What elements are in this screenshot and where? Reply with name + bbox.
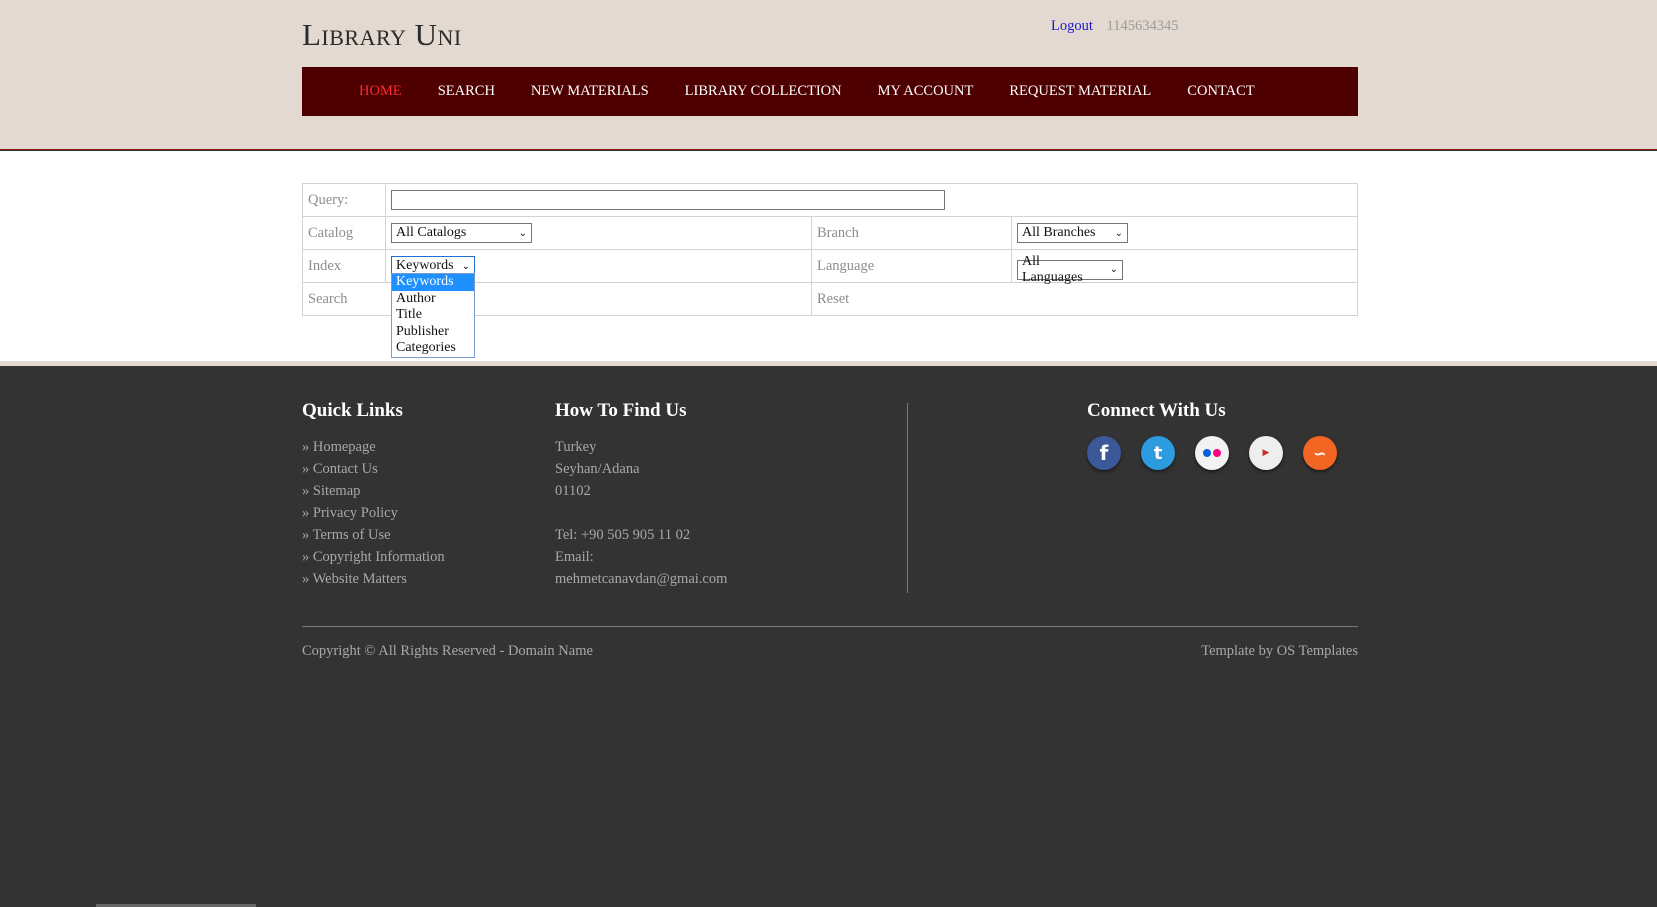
query-input[interactable] [391,190,945,210]
catalog-label: Catalog [302,216,386,250]
email-label: Email: [555,549,594,565]
chevron-down-icon: ⌄ [1114,227,1123,239]
nav-search[interactable]: SEARCH [438,83,495,100]
main-nav: HOME SEARCH NEW MATERIALS LIBRARY COLLEC… [302,67,1358,116]
nav-request-material[interactable]: REQUEST MATERIAL [1009,83,1151,100]
quick-links-column: Quick Links » Homepage » Contact Us » Si… [302,400,445,590]
flickr-icon[interactable] [1195,436,1229,470]
telephone: Tel: +90 505 905 11 02 [555,527,691,543]
search-section: Query: Catalog All Catalogs ⌄ Branch All… [0,151,1657,366]
catalog-select[interactable]: All Catalogs ⌄ [391,223,532,243]
quick-links-title: Quick Links [302,400,403,421]
site-header: Library Uni Logout 1145634345 HOME SEARC… [0,0,1657,150]
connect-column: Connect With Us f t ▶ ∽ [1087,400,1337,470]
language-selected: All Languages [1022,253,1083,285]
logout-link[interactable]: Logout [1051,18,1093,34]
chevron-down-icon: ⌄ [518,227,527,239]
nav-new-materials[interactable]: NEW MATERIALS [531,83,649,100]
branch-select[interactable]: All Branches ⌄ [1017,223,1128,243]
footer-rule [302,626,1358,627]
index-option-title[interactable]: Title [392,307,474,324]
rss-icon[interactable]: ∽ [1303,436,1337,470]
index-option-keywords[interactable]: Keywords [392,274,474,291]
address-country: Turkey [555,439,597,455]
user-id: 1145634345 [1106,18,1179,34]
site-footer: Quick Links » Homepage » Contact Us » Si… [0,371,1657,907]
chevron-down-icon: ⌄ [1109,264,1118,275]
email-address: mehmetcanavdan@gmai.com [555,571,728,587]
search-button[interactable]: Search [302,282,812,316]
footer-link-terms[interactable]: » Terms of Use [302,527,391,543]
language-select[interactable]: All Languages ⌄ [1017,254,1123,285]
footer-link-privacy[interactable]: » Privacy Policy [302,505,398,521]
index-option-publisher[interactable]: Publisher [392,324,474,341]
footer-divider [907,403,908,593]
chevron-down-icon: ⌄ [461,260,470,272]
user-bar: Logout 1145634345 [1051,18,1178,35]
find-us-column: How To Find Us Turkey Seyhan/Adana 01102… [555,400,727,590]
site-logo[interactable]: Library Uni [302,17,462,53]
nav-contact[interactable]: CONTACT [1187,83,1254,100]
index-label: Index [302,249,386,283]
address-city: Seyhan/Adana [555,461,640,477]
nav-library-collection[interactable]: LIBRARY COLLECTION [685,83,842,100]
address-postcode: 01102 [555,483,591,499]
template-credit[interactable]: Template by OS Templates [1201,643,1358,660]
footer-link-copyright[interactable]: » Copyright Information [302,549,445,565]
query-label: Query: [302,183,386,217]
branch-label: Branch [811,216,1012,250]
nav-my-account[interactable]: MY ACCOUNT [878,83,974,100]
twitter-icon[interactable]: t [1141,436,1175,470]
catalog-selected: All Catalogs [396,225,467,240]
footer-link-website-matters[interactable]: » Website Matters [302,571,407,587]
nav-home[interactable]: HOME [359,83,402,100]
find-us-title: How To Find Us [555,400,687,421]
youtube-icon[interactable]: ▶ [1249,436,1283,470]
footer-link-sitemap[interactable]: » Sitemap [302,483,360,499]
copyright-text: Copyright © All Rights Reserved - Domain… [302,643,593,659]
reset-button[interactable]: Reset [811,282,1358,316]
index-dropdown-list: Keywords Author Title Publisher Categori… [391,273,475,358]
facebook-icon[interactable]: f [1087,436,1121,470]
footer-link-homepage[interactable]: » Homepage [302,439,376,455]
language-label: Language [811,249,1012,283]
social-icons: f t ▶ ∽ [1087,436,1337,470]
connect-title: Connect With Us [1087,400,1226,421]
index-option-categories[interactable]: Categories [392,340,474,357]
index-selected: Keywords [396,258,454,273]
footer-link-contact[interactable]: » Contact Us [302,461,378,477]
index-option-author[interactable]: Author [392,291,474,308]
branch-selected: All Branches [1022,225,1096,240]
